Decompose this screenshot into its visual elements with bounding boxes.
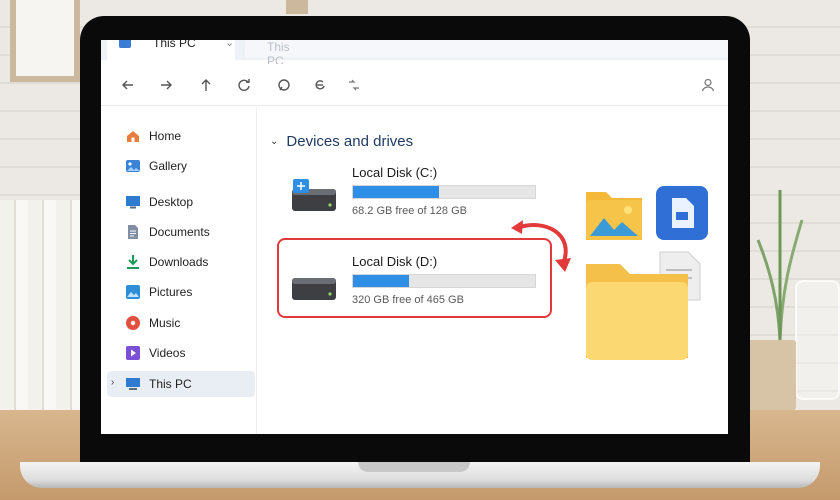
cut-icon[interactable] [271, 72, 297, 98]
sidebar-item-home[interactable]: Home [107, 123, 255, 149]
sidebar-item-videos[interactable]: Videos [107, 340, 255, 366]
videos-icon [125, 345, 141, 361]
drive-usage-bar [352, 185, 536, 199]
sidebar-item-label: Music [149, 316, 181, 330]
sidebar-item-label: Downloads [149, 255, 209, 269]
address-bar-box [245, 40, 728, 58]
sidebar-item-music[interactable]: Music [107, 310, 255, 336]
sidebar-item-gallery[interactable]: Gallery [107, 153, 255, 179]
sidebar-item-downloads[interactable]: Downloads [107, 249, 255, 275]
back-arrow-icon[interactable] [115, 72, 141, 98]
background-glass-jar [795, 280, 840, 400]
collapse-chevron-icon[interactable]: ⌄ [270, 136, 278, 147]
tab-title: This PC [153, 40, 196, 50]
drive-name: Local Disk (C:) [352, 165, 438, 180]
background-books [0, 200, 80, 415]
sidebar-item-desktop[interactable]: Desktop [107, 189, 255, 215]
sidebar-item-pictures[interactable]: Pictures [107, 279, 255, 305]
section-title: Devices and drives [286, 133, 414, 150]
sidebar-item-label: Pictures [149, 285, 193, 299]
sidebar-item-label: Desktop [149, 195, 194, 209]
sidebar-item-label: This PC [149, 377, 192, 391]
background-wood-block [748, 340, 796, 410]
share-icon[interactable] [341, 72, 367, 98]
sidebar-item-label: Videos [149, 346, 186, 360]
this-pc-icon [125, 376, 141, 392]
sidebar-item-label: Home [149, 129, 182, 143]
account-icon[interactable] [695, 72, 721, 98]
pictures-icon [125, 284, 141, 300]
tab-dropdown-icon[interactable]: ⌄ [225, 40, 234, 49]
this-pc-tab-icon [119, 40, 131, 48]
forward-arrow-icon[interactable] [153, 72, 179, 98]
sidebar-item-label: Gallery [149, 159, 188, 173]
sidebar-item-label: Documents [149, 225, 210, 239]
background-picture-frame [10, 0, 80, 82]
background-frame-edge [286, 0, 308, 14]
toolbar [101, 64, 728, 106]
gallery-icon [125, 158, 141, 174]
tab-this-pc[interactable]: This PC ⌄ [107, 40, 235, 60]
downloads-icon [125, 254, 141, 270]
drive-usage-fill [353, 186, 439, 198]
folder-icon [586, 264, 688, 360]
hard-drive-icon [292, 179, 336, 211]
sidebar-item-documents[interactable]: Documents [107, 219, 255, 245]
tab-strip: This PC ⌄ This PC [101, 40, 728, 68]
document-app-icon [656, 186, 708, 240]
desktop-icon [125, 194, 141, 210]
music-icon [125, 315, 141, 331]
sidebar-item-this-pc[interactable]: › This PC [107, 371, 255, 397]
section-header[interactable]: ⌄ Devices and drives [270, 133, 413, 150]
navigation-pane: Home Gallery Desktop Documents Downloads [101, 107, 257, 434]
up-arrow-icon[interactable] [193, 72, 219, 98]
documents-icon [125, 224, 141, 240]
pictures-folder-icon [586, 192, 642, 240]
expand-caret-icon[interactable]: › [111, 377, 114, 388]
copy-icon[interactable] [307, 72, 333, 98]
laptop-notch [358, 462, 470, 472]
drive-free-space: 68.2 GB free of 128 GB [352, 205, 467, 217]
refresh-icon[interactable] [231, 72, 257, 98]
drive-c[interactable]: Local Disk (C:) 68.2 GB free of 128 GB [282, 165, 542, 225]
home-icon [125, 128, 141, 144]
curved-arrow-icon [511, 220, 571, 272]
